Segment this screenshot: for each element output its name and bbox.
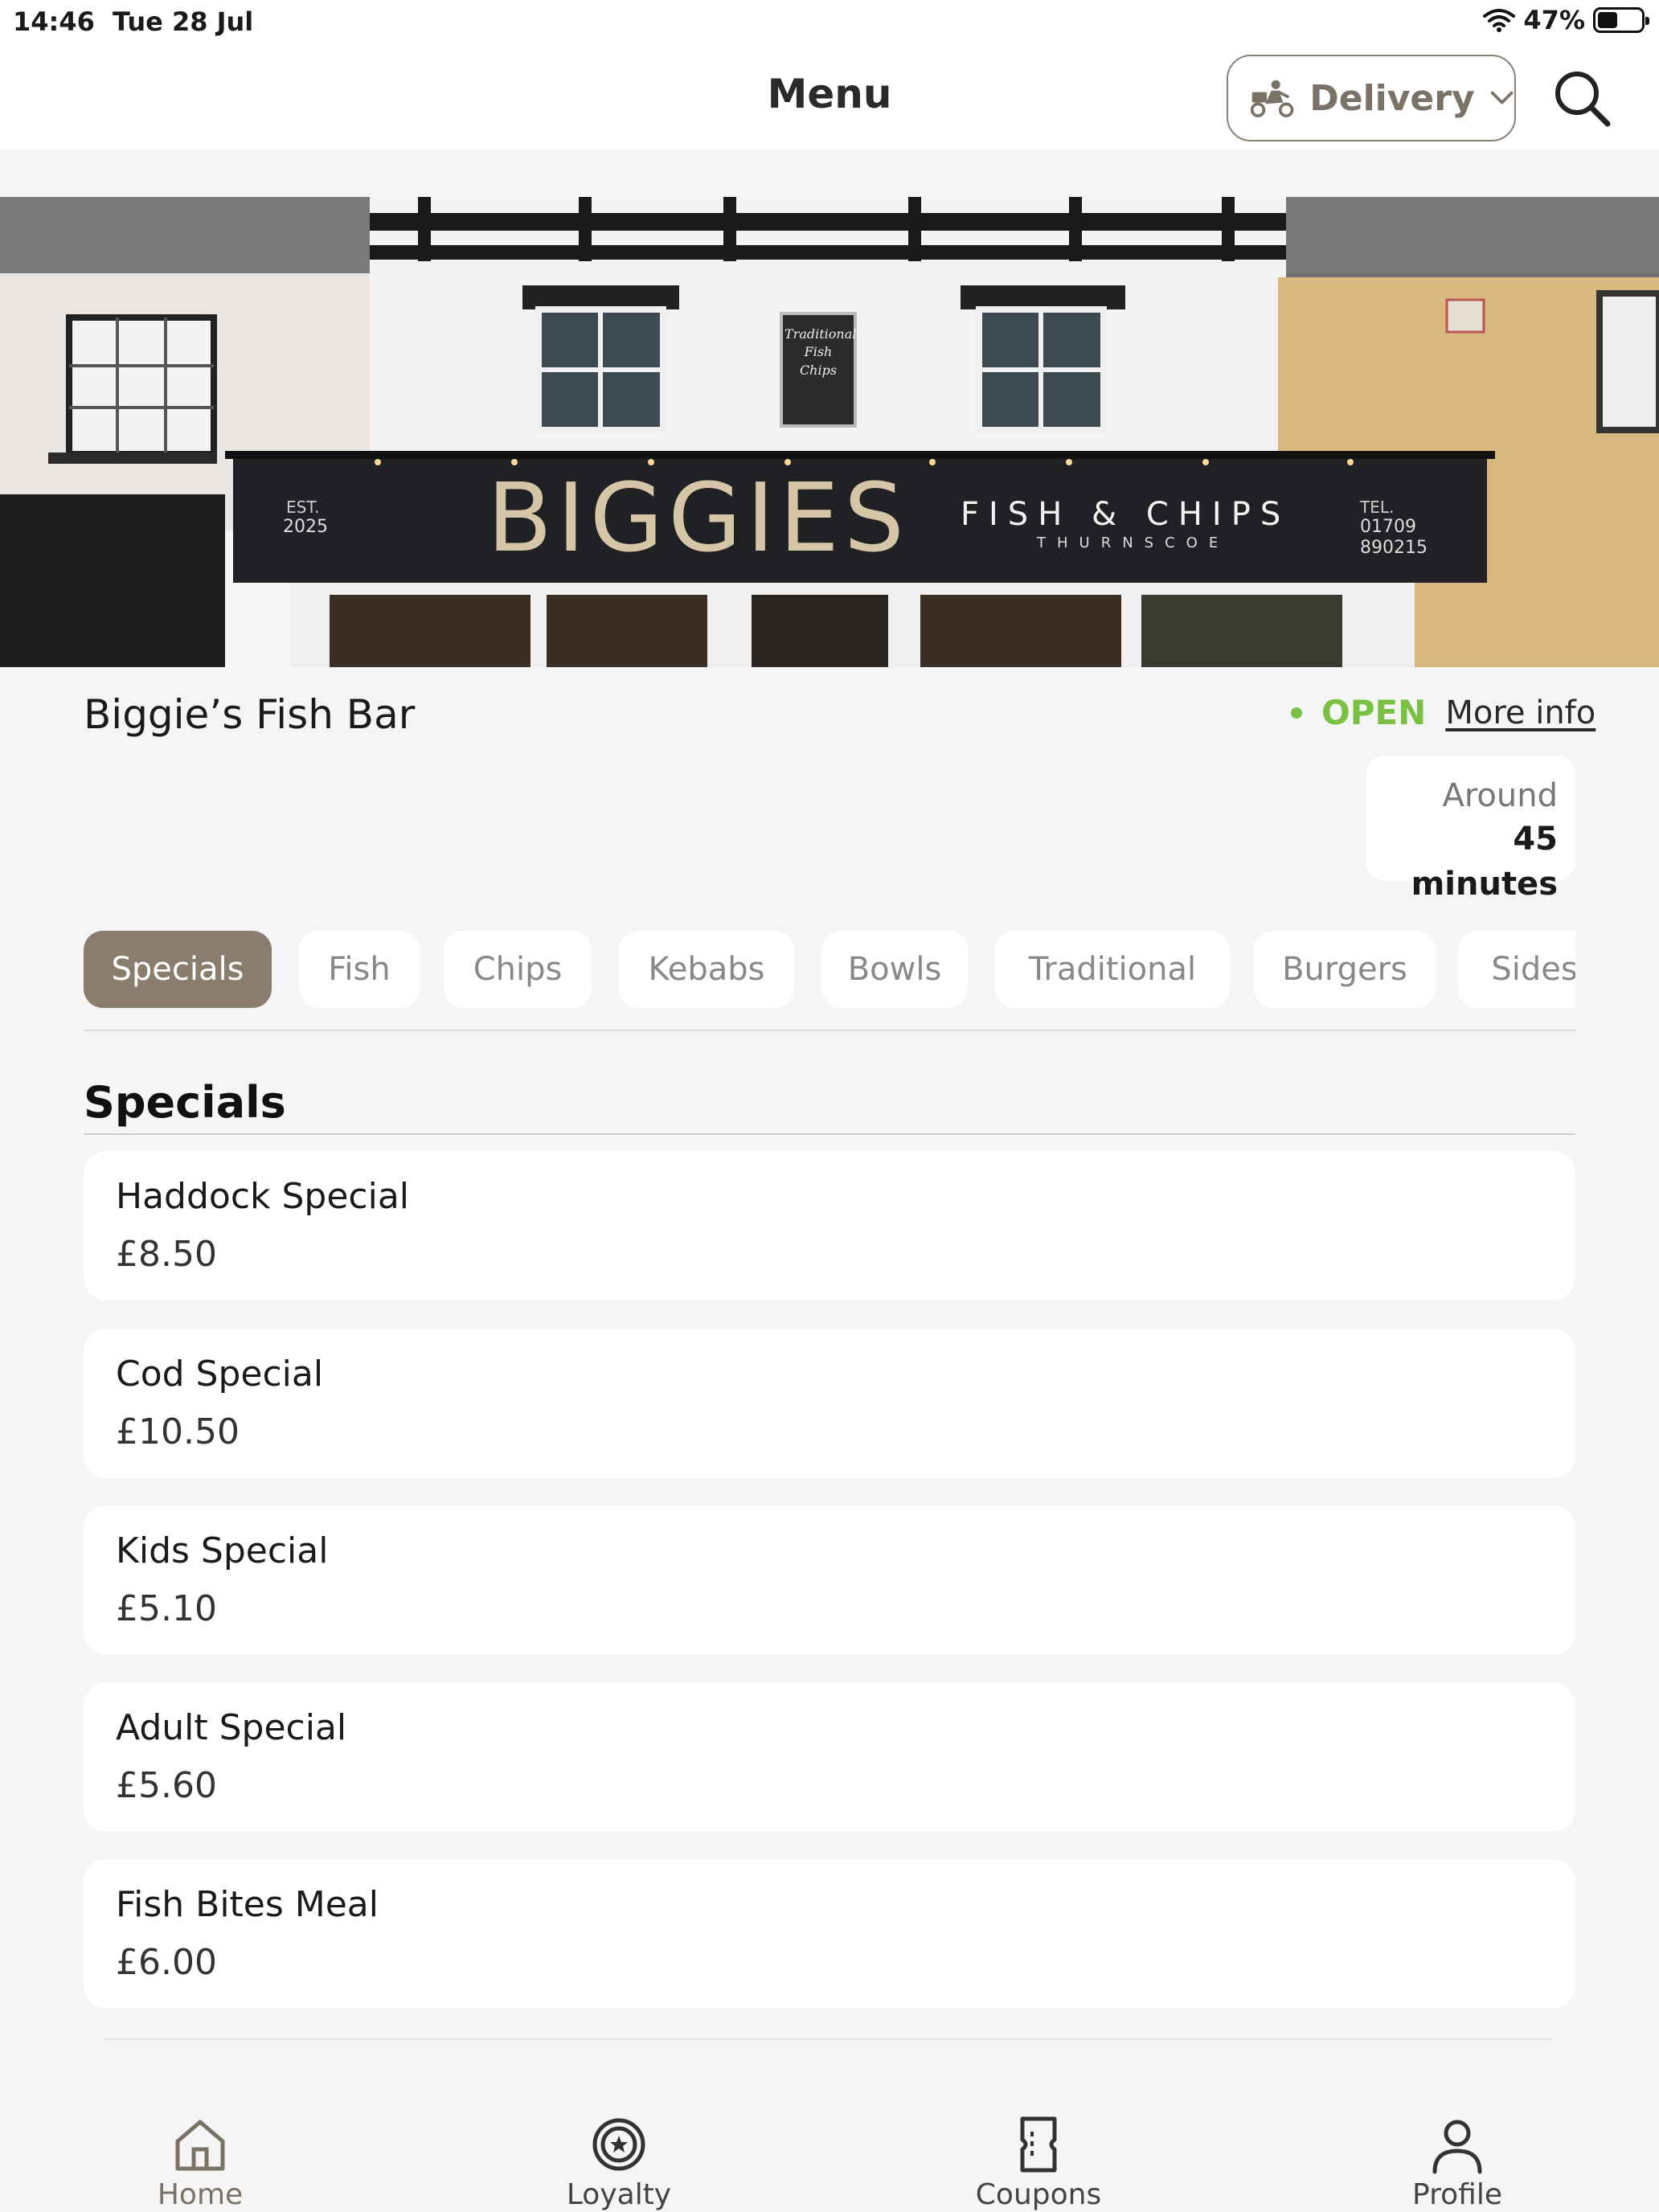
battery-percent: 47% xyxy=(1523,5,1585,35)
tab-burgers[interactable]: Burgers xyxy=(1254,931,1436,1008)
menu-item-price: £5.10 xyxy=(116,1588,217,1630)
list-end-divider xyxy=(104,2038,1551,2040)
home-icon xyxy=(175,2120,225,2171)
nav-label: Profile xyxy=(1412,2178,1502,2211)
sign-tel-1: 01709 xyxy=(1360,517,1416,537)
open-status-label: OPEN xyxy=(1321,693,1427,732)
nav-label: Loyalty xyxy=(566,2178,672,2211)
menu-item-card[interactable]: Adult Special £5.60 xyxy=(84,1682,1575,1832)
tab-kebabs[interactable]: Kebabs xyxy=(619,931,794,1008)
eta-card: Around 45 minutes xyxy=(1366,756,1575,903)
tab-specials[interactable]: Specials xyxy=(84,931,272,1008)
sign-tel-2: 890215 xyxy=(1360,538,1428,558)
sign-year: 2025 xyxy=(283,517,328,537)
menu-item-name: Cod Special xyxy=(116,1354,324,1395)
more-info-link[interactable]: More info xyxy=(1445,694,1596,731)
eta-prefix: Around xyxy=(1442,777,1559,814)
menu-item-name: Fish Bites Meal xyxy=(116,1884,379,1925)
profile-icon xyxy=(1432,2120,1482,2174)
section-title: Specials xyxy=(84,1077,286,1128)
tabs-divider xyxy=(84,1030,1575,1031)
tab-bowls[interactable]: Bowls xyxy=(821,931,968,1008)
scooter-icon xyxy=(1250,80,1294,117)
app-header: Menu Delivery xyxy=(0,43,1659,150)
sign-subtitle: FISH & CHIPS xyxy=(961,496,1291,533)
tab-chips[interactable]: Chips xyxy=(444,931,592,1008)
eta-value: 45 minutes xyxy=(1411,821,1558,903)
nav-label: Home xyxy=(157,2178,244,2211)
tab-sides[interactable]: Sides xyxy=(1458,931,1575,1008)
status-dot-icon xyxy=(1291,707,1302,719)
tab-fish[interactable]: Fish xyxy=(299,931,420,1008)
tab-traditional[interactable]: Traditional xyxy=(995,931,1230,1008)
nav-loyalty[interactable]: Loyalty xyxy=(530,2114,707,2211)
menu-item-name: Kids Special xyxy=(116,1530,329,1571)
open-status: OPEN More info xyxy=(1291,693,1596,732)
sign-est: EST. xyxy=(286,498,320,517)
menu-item-price: £6.00 xyxy=(116,1942,217,1984)
category-tabs: Specials Fish Chips Kebabs Bowls Traditi… xyxy=(84,931,1575,1011)
status-indicators: 47% xyxy=(1483,5,1649,35)
menu-item-name: Adult Special xyxy=(116,1707,347,1748)
menu-item-card[interactable]: Cod Special £10.50 xyxy=(84,1329,1575,1478)
coupon-icon xyxy=(1020,2116,1057,2173)
bottom-nav: Home Loyalty Coupons Profile xyxy=(0,2058,1659,2212)
menu-item-card[interactable]: Haddock Special £8.50 xyxy=(84,1151,1575,1301)
nav-home[interactable]: Home xyxy=(112,2114,289,2211)
sign-location: THURNSCOE xyxy=(1037,535,1230,551)
nav-profile[interactable]: Profile xyxy=(1369,2114,1546,2211)
delivery-label: Delivery xyxy=(1309,77,1475,119)
storefront-illustration xyxy=(0,197,1659,667)
battery-level xyxy=(1598,12,1617,28)
menu-item-name: Haddock Special xyxy=(116,1176,410,1217)
menu-item-price: £10.50 xyxy=(116,1411,240,1453)
chalkboard-text: Traditional Fish Chips xyxy=(784,326,857,378)
menu-item-price: £8.50 xyxy=(116,1234,217,1276)
menu-item-card[interactable]: Fish Bites Meal £6.00 xyxy=(84,1859,1575,2009)
delivery-mode-button[interactable]: Delivery xyxy=(1227,55,1516,141)
status-bar: 14:46 Tue 28 Jul 47% xyxy=(0,0,1659,43)
loyalty-icon xyxy=(592,2118,645,2171)
restaurant-name: Biggie’s Fish Bar xyxy=(84,691,416,738)
wifi-icon xyxy=(1483,9,1516,32)
chevron-down-icon xyxy=(1490,91,1514,104)
menu-item-price: £5.60 xyxy=(116,1765,217,1807)
storefront-hero-image: EST. 2025 BIGGIES FISH & CHIPS THURNSCOE… xyxy=(0,197,1659,667)
section-divider xyxy=(84,1133,1575,1135)
battery-icon xyxy=(1593,7,1649,33)
sign-tel-label: TEL. xyxy=(1360,498,1395,517)
status-time: 14:46 xyxy=(13,6,95,37)
nav-coupons[interactable]: Coupons xyxy=(950,2114,1127,2211)
search-icon xyxy=(1555,72,1611,127)
status-date: Tue 28 Jul xyxy=(113,6,254,37)
menu-item-card[interactable]: Kids Special £5.10 xyxy=(84,1505,1575,1655)
search-button[interactable] xyxy=(1551,68,1612,129)
nav-label: Coupons xyxy=(975,2178,1102,2211)
sign-brand-name: BIGGIES xyxy=(487,462,909,573)
